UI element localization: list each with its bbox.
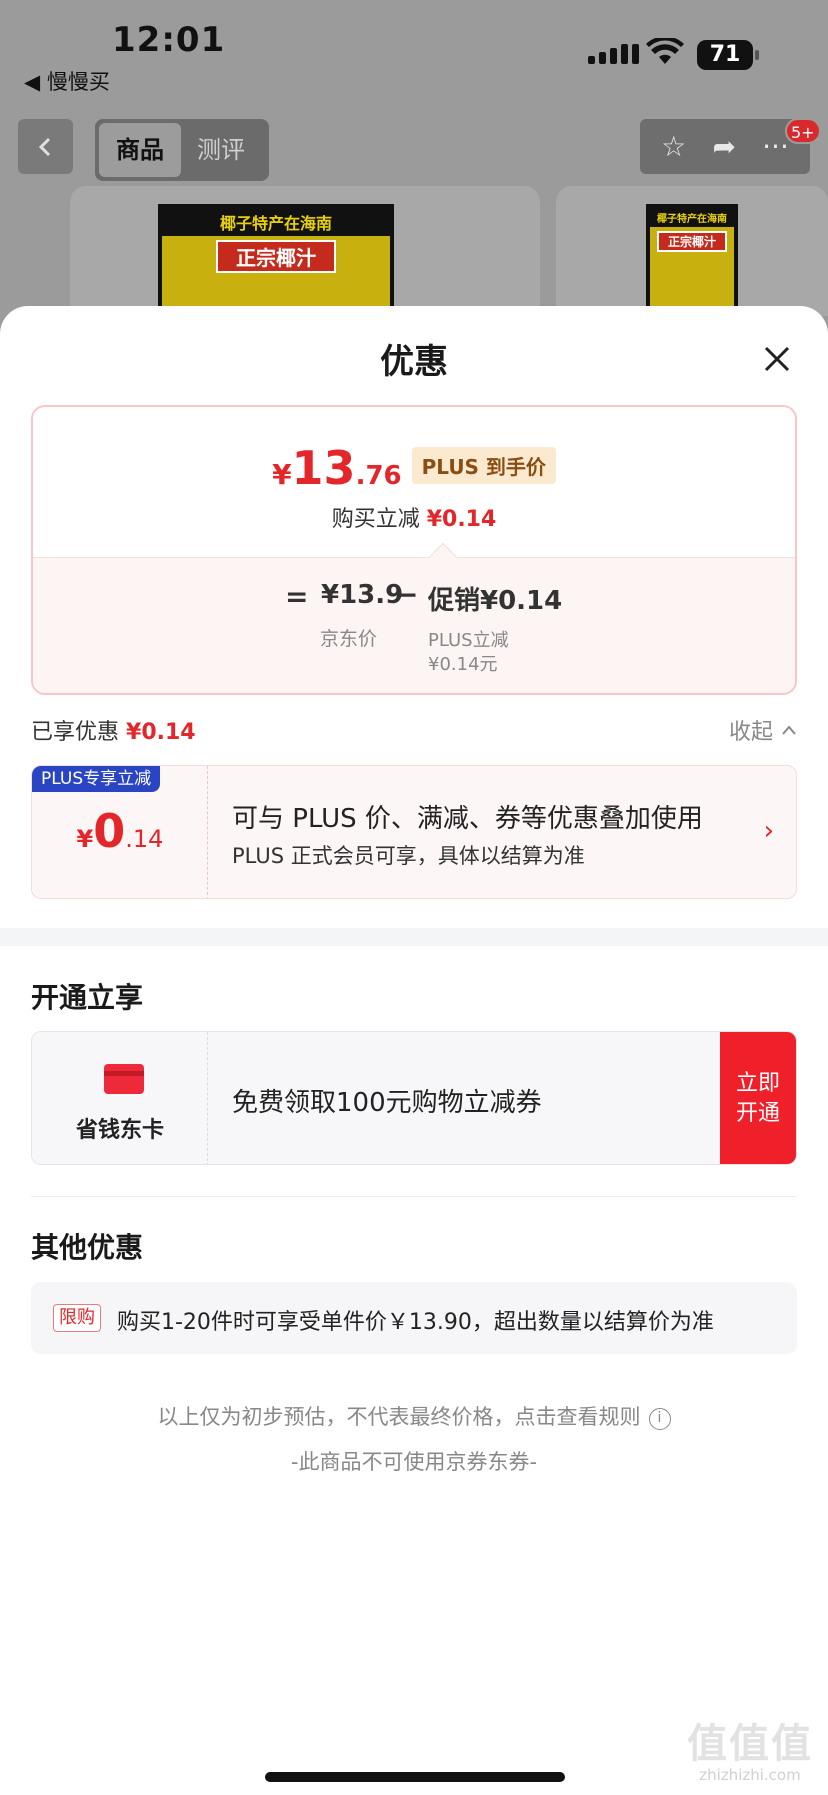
- collapse-button[interactable]: 收起: [729, 714, 797, 746]
- other-section-title: 其他优惠: [31, 1231, 144, 1264]
- product-card[interactable]: 椰子特产在海南 正宗椰汁: [556, 186, 828, 316]
- message-badge: 5+: [785, 118, 821, 144]
- tab-product[interactable]: 商品: [99, 123, 181, 177]
- chevron-up-icon: [782, 725, 796, 735]
- discount-sheet: 优惠 ¥13.76 PLUS 到手价 购买立减 ¥0.14 = ¥13.9 − 促…: [0, 306, 828, 1795]
- enjoyed-discount-row: 已享优惠 ¥0.14 收起: [31, 714, 797, 746]
- info-icon: i: [648, 1408, 671, 1430]
- back-button[interactable]: [18, 119, 73, 174]
- sheet-title: 优惠: [380, 342, 448, 382]
- card-icon: [104, 1064, 144, 1094]
- open-section-title: 开通立享: [31, 981, 144, 1014]
- plus-price-tag: PLUS 到手价: [411, 447, 556, 484]
- rules-link[interactable]: 以上仅为初步预估，不代表最终价格，点击查看规则 i: [0, 1401, 828, 1431]
- coupon-description: 可与 PLUS 价、满减、券等优惠叠加使用: [232, 804, 703, 834]
- plus-coupon[interactable]: ¥0.14 PLUS专享立减 可与 PLUS 价、满减、券等优惠叠加使用 PLU…: [31, 765, 797, 899]
- coupon-restriction-note: -此商品不可使用京券东券-: [290, 1450, 538, 1474]
- nav-tabs: 商品 测评: [95, 119, 269, 181]
- savings-card-offer: 省钱东卡 免费领取100元购物立减券 立即 开通: [31, 1031, 797, 1165]
- card-name: 省钱东卡: [75, 1118, 164, 1143]
- star-icon[interactable]: ☆: [661, 130, 686, 163]
- cellular-signal-icon: [588, 44, 639, 64]
- price-summary: ¥13.76 PLUS 到手价 购买立减 ¥0.14 = ¥13.9 − 促销¥0…: [31, 405, 797, 695]
- back-to-app-link[interactable]: ◀ 慢慢买: [24, 66, 110, 96]
- card-offer-text: 免费领取100元购物立减券: [232, 1088, 542, 1118]
- final-price: ¥13.76 PLUS 到手价: [33, 441, 795, 495]
- open-now-button[interactable]: 立即 开通: [720, 1032, 796, 1164]
- promo-discount: 促销¥0.14: [428, 586, 563, 616]
- home-indicator[interactable]: [265, 1772, 565, 1782]
- plus-exclusive-badge: PLUS专享立减: [32, 766, 161, 792]
- status-time: 12:01: [112, 20, 226, 60]
- divider: [31, 1196, 797, 1197]
- battery-icon: 71: [697, 40, 759, 70]
- watermark-url: zhizhizhi.com: [699, 1766, 801, 1784]
- status-bar: 12:01 ◀ 慢慢买 71: [0, 0, 828, 100]
- coupon-amount: ¥0.14: [76, 804, 164, 858]
- share-icon[interactable]: ➦: [712, 130, 735, 163]
- jd-price: ¥13.9: [321, 580, 404, 610]
- product-image: 椰子特产在海南 正宗椰汁: [158, 204, 394, 316]
- tab-review[interactable]: 测评: [181, 123, 261, 177]
- chevron-left-icon: [38, 137, 50, 156]
- watermark-logo: 值值值: [687, 1721, 813, 1767]
- price-formula: = ¥13.9 − 促销¥0.14 京东价 PLUS立减 ¥0.14元: [33, 557, 795, 693]
- product-card[interactable]: 椰子特产在海南 正宗椰汁: [70, 186, 540, 316]
- close-button[interactable]: [752, 334, 802, 384]
- purchase-limit-row: 限购 购买1-20件时可享受单件价￥13.90，超出数量以结算价为准: [31, 1282, 797, 1354]
- product-image: 椰子特产在海南 正宗椰汁: [646, 204, 738, 316]
- wifi-icon: [646, 38, 684, 64]
- coupon-note: PLUS 正式会员可享，具体以结算为准: [232, 844, 585, 868]
- limit-text: 购买1-20件时可享受单件价￥13.90，超出数量以结算价为准: [117, 1310, 714, 1335]
- enjoyed-value: ¥0.14: [126, 720, 196, 745]
- limit-tag: 限购: [53, 1304, 101, 1332]
- instant-discount: 购买立减 ¥0.14: [331, 507, 497, 532]
- section-divider: [0, 928, 828, 946]
- chevron-right-icon: ›: [763, 816, 774, 846]
- close-icon: [764, 346, 790, 372]
